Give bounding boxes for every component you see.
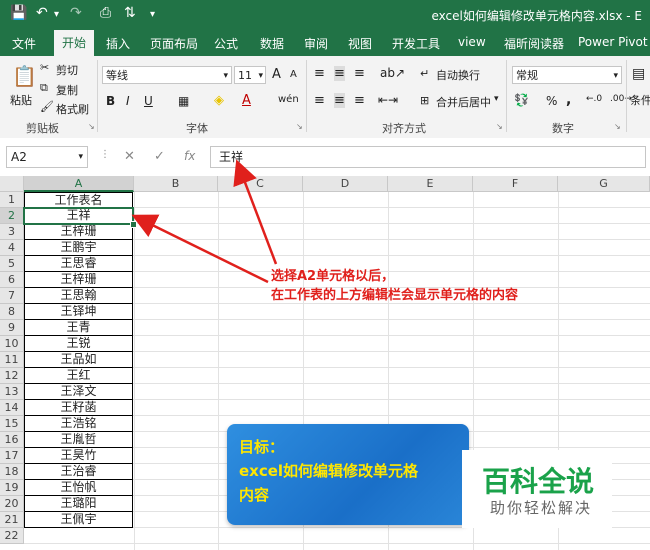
goal-card-line-3: 内容	[239, 486, 270, 504]
watermark: 百科全说 助你轻松解决	[462, 450, 612, 528]
annotation-text: 选择A2单元格以后， 在工作表的上方编辑栏会显示单元格的内容	[271, 267, 518, 305]
annotation-line-2: 在工作表的上方编辑栏会显示单元格的内容	[271, 288, 519, 303]
watermark-brand: 百科全说	[482, 465, 595, 498]
goal-card: 目标： excel如何编辑修改单元格 内容	[227, 424, 469, 525]
watermark-slogan: 助你轻松解决	[490, 499, 593, 517]
annotation-line-1: 选择A2单元格以后，	[271, 269, 395, 284]
goal-card-title: 目标：	[239, 438, 285, 456]
goal-card-line-2: excel如何编辑修改单元格	[239, 462, 419, 480]
arrow-to-cell-a2	[131, 214, 269, 284]
arrow-to-formula-bar	[233, 159, 278, 265]
